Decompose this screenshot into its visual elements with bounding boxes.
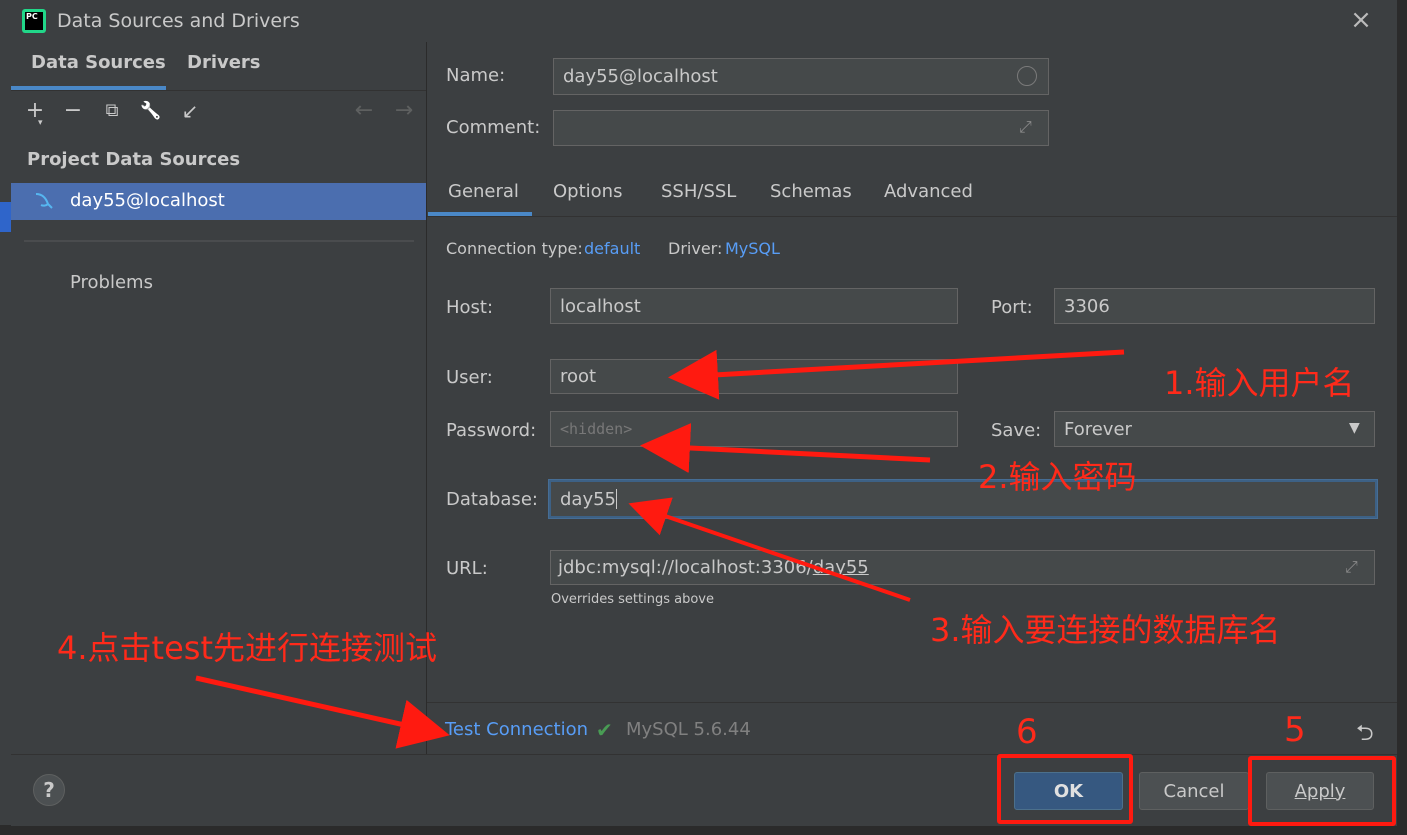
annotation-5: 5 xyxy=(1284,710,1306,750)
annotation-3: 3.输入要连接的数据库名 xyxy=(930,611,1281,649)
annotation-2: 2.输入密码 xyxy=(978,458,1137,496)
arrow-user xyxy=(668,349,1125,400)
annotation-6: 6 xyxy=(1016,712,1038,752)
annotation-arrows xyxy=(195,349,1125,749)
arrow-test xyxy=(195,675,450,749)
annotation-1: 1.输入用户名 xyxy=(1164,364,1355,402)
annotation-4: 4.点击test先进行连接测试 xyxy=(57,629,437,667)
arrow-database xyxy=(628,497,911,602)
arrow-password xyxy=(640,423,931,473)
